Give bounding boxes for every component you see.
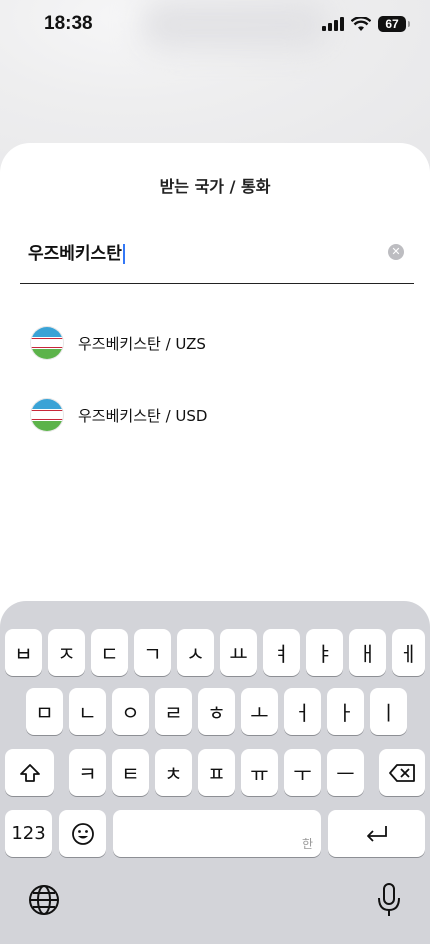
space-hint: 한	[301, 837, 313, 851]
result-item-usd[interactable]: 우즈베키스탄 / USD	[30, 397, 410, 433]
globe-icon[interactable]	[28, 884, 60, 916]
key-ae[interactable]: ㅐ	[349, 629, 386, 676]
key-eu[interactable]: ㅡ	[327, 749, 364, 796]
battery-icon: 67	[378, 16, 410, 32]
key-j[interactable]: ㅈ	[48, 629, 85, 676]
key-h[interactable]: ㅎ	[198, 688, 235, 735]
key-k[interactable]: ㅋ	[69, 749, 106, 796]
key-a[interactable]: ㅏ	[327, 688, 364, 735]
search-field[interactable]: 우즈베키스탄 ✕	[20, 225, 414, 284]
clear-icon[interactable]: ✕	[388, 244, 404, 260]
numbers-key[interactable]: 123	[5, 810, 52, 857]
signal-icon	[322, 17, 344, 31]
shift-key[interactable]	[5, 749, 54, 796]
result-item-uzs[interactable]: 우즈베키스탄 / UZS	[30, 325, 410, 361]
search-value: 우즈베키스탄	[28, 244, 122, 264]
key-m[interactable]: ㅁ	[26, 688, 63, 735]
space-key[interactable]: 한	[113, 810, 321, 857]
return-key[interactable]	[328, 810, 425, 857]
key-ch[interactable]: ㅊ	[155, 749, 192, 796]
battery-level: 67	[385, 17, 399, 31]
emoji-key[interactable]	[59, 810, 106, 857]
key-t[interactable]: ㅌ	[112, 749, 149, 796]
text-cursor	[122, 244, 125, 264]
sheet-title: 받는 국가 / 통화	[159, 177, 271, 196]
key-o[interactable]: ㅗ	[241, 688, 278, 735]
key-i[interactable]: ㅣ	[370, 688, 407, 735]
korean-keyboard: ㅂ ㅈ ㄷ ㄱ ㅅ ㅛ ㅕ ㅑ ㅐ ㅔ ㅁ ㄴ ㅇ ㄹ ㅎ ㅗ ㅓ ㅏ ㅣ ㅋ …	[0, 601, 430, 944]
search-input[interactable]: 우즈베키스탄	[28, 239, 125, 264]
key-r[interactable]: ㄹ	[155, 688, 192, 735]
key-u[interactable]: ㅜ	[284, 749, 321, 796]
key-s[interactable]: ㅅ	[177, 629, 214, 676]
key-n[interactable]: ㄴ	[69, 688, 106, 735]
key-yu[interactable]: ㅠ	[241, 749, 278, 796]
emoji-icon	[71, 822, 94, 845]
backspace-icon	[389, 763, 415, 782]
delete-key[interactable]	[379, 749, 425, 796]
key-ya[interactable]: ㅑ	[306, 629, 343, 676]
key-eo[interactable]: ㅓ	[284, 688, 321, 735]
key-p[interactable]: ㅍ	[198, 749, 235, 796]
key-e[interactable]: ㅔ	[392, 629, 425, 676]
key-d[interactable]: ㄷ	[91, 629, 128, 676]
result-label: 우즈베키스탄 / USD	[78, 406, 208, 425]
uzbekistan-flag-icon	[30, 398, 64, 432]
key-yo[interactable]: ㅛ	[220, 629, 257, 676]
status-icons: 67	[322, 16, 410, 32]
result-label: 우즈베키스탄 / UZS	[78, 334, 206, 353]
microphone-icon[interactable]	[376, 882, 402, 918]
status-bar: 18:38 67	[0, 0, 430, 50]
key-yeo[interactable]: ㅕ	[263, 629, 300, 676]
wifi-icon	[351, 16, 371, 31]
key-ng[interactable]: ㅇ	[112, 688, 149, 735]
uzbekistan-flag-icon	[30, 326, 64, 360]
shift-icon	[19, 763, 40, 782]
status-time: 18:38	[44, 13, 93, 34]
key-b[interactable]: ㅂ	[5, 629, 42, 676]
key-g[interactable]: ㄱ	[134, 629, 171, 676]
return-icon	[366, 825, 387, 842]
